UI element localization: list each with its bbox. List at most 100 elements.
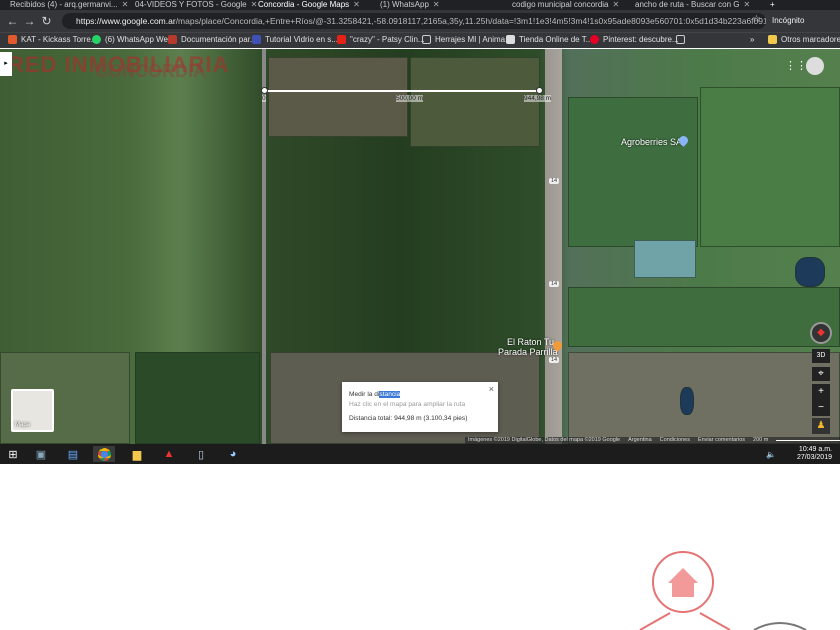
close-icon[interactable]: ✕ [613, 0, 620, 10]
route-shield: 14 [549, 178, 560, 184]
bookmark-label: (6) WhatsApp Web [105, 35, 173, 44]
close-icon[interactable]: × [489, 384, 494, 394]
close-icon[interactable]: ✕ [251, 0, 258, 10]
title-selection: stancia [379, 391, 401, 398]
tab-ancho[interactable]: ancho de ruta - Buscar con G ✕ [635, 0, 750, 10]
close-icon[interactable]: ✕ [744, 0, 751, 10]
zoom-in-button[interactable]: + [812, 384, 830, 400]
new-tab-button[interactable]: + [770, 0, 775, 10]
bookmarks-bar: KAT - Kickass Torre... (6) WhatsApp Web … [0, 32, 840, 48]
clock-time: 10:49 a.m. [798, 446, 832, 453]
map-type-label: Mapa [15, 422, 31, 428]
place-label[interactable]: Agroberries SA [621, 137, 682, 147]
apps-grid-icon[interactable]: ⋮⋮ [785, 59, 807, 72]
bookmark-item[interactable]: Tutorial Vidrio en s... [252, 35, 338, 44]
terms-link[interactable]: Condiciones [660, 437, 690, 444]
pond [680, 387, 694, 415]
volume-icon[interactable]: 🔈 [760, 446, 782, 462]
measure-hint: Haz clic en el mapa para ampliar la ruta [349, 401, 466, 408]
tab-drive[interactable]: 04-VIDEOS Y FOTOS - Google ✕ [135, 0, 257, 10]
bookmark-star-icon[interactable]: ☆ [752, 14, 761, 25]
expand-sidebar-button[interactable]: ▸ [0, 52, 12, 76]
bookmark-item[interactable]: "crazy" - Patsy Clin... [337, 35, 425, 44]
tab-gmail[interactable]: Recibidos (4) - arq.germanvi... ✕ [10, 0, 128, 10]
avatar[interactable] [806, 57, 824, 75]
computer-icon[interactable]: ▣ [30, 446, 52, 462]
page-icon [422, 35, 431, 44]
3d-button[interactable]: 3D [812, 349, 830, 363]
youtube-icon [337, 35, 346, 44]
bookmark-label: Documentación par... [181, 35, 257, 44]
measure-end-point[interactable] [536, 87, 543, 94]
more-bookmarks-icon[interactable]: » [750, 35, 754, 44]
measure-label: 0 [262, 95, 266, 102]
tab-label: codigo municipal concordia [512, 0, 609, 9]
bookmark-item[interactable]: Herrajes MI | Anima... [422, 35, 512, 44]
taskbar: ⊞ ▣ ▤ ▆ ▲ ▯ ◕ 🔈 10:49 a.m. 27/03/2019 [0, 444, 840, 464]
attribution: Imágenes ©2019 DigitalGlobe, Datos del m… [468, 437, 621, 443]
url-path: /maps/place/Concordia,+Entre+Ríos/@-31.3… [175, 16, 766, 26]
feedback-link[interactable]: Enviar comentarios [698, 437, 745, 444]
region-link[interactable]: Argentina [628, 437, 652, 444]
measure-start-point[interactable] [261, 87, 268, 94]
file-explorer-icon[interactable]: ▆ [126, 446, 148, 462]
close-icon[interactable]: ✕ [353, 0, 360, 10]
clock-date: 27/03/2019 [796, 454, 832, 461]
map-field [268, 57, 408, 137]
tab-label: ancho de ruta - Buscar con G [635, 0, 740, 9]
paint-icon[interactable]: ◕ [222, 446, 244, 462]
scale-bar [776, 437, 840, 441]
tab-codigo[interactable]: codigo municipal concordia ✕ [512, 0, 619, 10]
whatsapp-icon [92, 35, 101, 44]
tab-strip: Recibidos (4) - arq.germanvi... ✕ 04-VIDE… [0, 0, 840, 10]
bookmark-label: Tienda Online de T... [519, 35, 593, 44]
clock[interactable]: 10:49 a.m. 27/03/2019 [797, 446, 832, 462]
greenhouse [634, 240, 696, 278]
map-field [700, 87, 840, 247]
control-panel-icon[interactable]: ▤ [62, 446, 84, 462]
tab-whatsapp[interactable]: (1) WhatsApp ✕ [380, 0, 440, 10]
reload-icon[interactable]: ↻ [38, 14, 55, 28]
zoom-out-button[interactable]: − [812, 400, 830, 416]
forward-icon[interactable]: → [21, 14, 38, 28]
compass-icon[interactable]: ◆ [810, 322, 832, 344]
tab-label: (1) WhatsApp [380, 0, 429, 9]
chrome-icon[interactable] [93, 446, 115, 462]
route-shield: 14 [549, 357, 560, 363]
address-bar[interactable]: https://www.google.com.ar/maps/place/Con… [62, 13, 766, 29]
page-icon [676, 35, 685, 44]
measure-line [264, 90, 539, 92]
bookmark-item[interactable]: Pinterest: descubre... [590, 35, 679, 44]
close-icon[interactable]: ✕ [122, 0, 129, 10]
scale-label[interactable]: 200 m [753, 437, 768, 444]
bookmark-favicon-icon [252, 35, 261, 44]
bookmark-favicon-icon [8, 35, 17, 44]
pinterest-icon [590, 35, 599, 44]
bookmark-item[interactable]: Documentación par... [168, 35, 257, 44]
folder-icon [768, 35, 777, 44]
pegman-icon[interactable]: ♟ [812, 418, 830, 434]
url-host: https://www.google.com.ar [76, 16, 176, 26]
windows-start-icon[interactable]: ⊞ [2, 446, 24, 462]
title-text: Medir la di [349, 391, 380, 398]
map-type-toggle[interactable]: Mapa [11, 389, 54, 432]
bookmark-item[interactable]: KAT - Kickass Torre... [8, 35, 97, 44]
bookmark-label: "crazy" - Patsy Clin... [350, 35, 425, 44]
my-location-button[interactable]: ⌖ [812, 367, 830, 381]
bookmark-item[interactable] [676, 35, 685, 44]
back-icon[interactable]: ← [4, 14, 21, 28]
bookmark-item[interactable]: (6) WhatsApp Web [92, 35, 172, 44]
incognito-label: Incógnito [772, 16, 805, 25]
tab-label: 04-VIDEOS Y FOTOS - Google [135, 0, 247, 9]
autocad-icon[interactable]: ▲ [158, 446, 180, 462]
map-field [568, 352, 840, 444]
bookmark-label: Otros marcadores [781, 35, 840, 44]
close-icon[interactable]: ✕ [433, 0, 440, 10]
bookmark-item[interactable]: Tienda Online de T... [506, 35, 592, 44]
other-bookmarks[interactable]: Otros marcadores [768, 35, 840, 44]
place-label[interactable]: El Raton Tu [507, 337, 554, 347]
measure-distance-panel: × Medir la distancia Haz clic en el mapa… [342, 382, 498, 432]
tab-maps[interactable]: Concordia - Google Maps ✕ [258, 0, 360, 10]
notepad-icon[interactable]: ▯ [190, 446, 212, 462]
place-label[interactable]: Parada Parrilla [498, 347, 558, 357]
